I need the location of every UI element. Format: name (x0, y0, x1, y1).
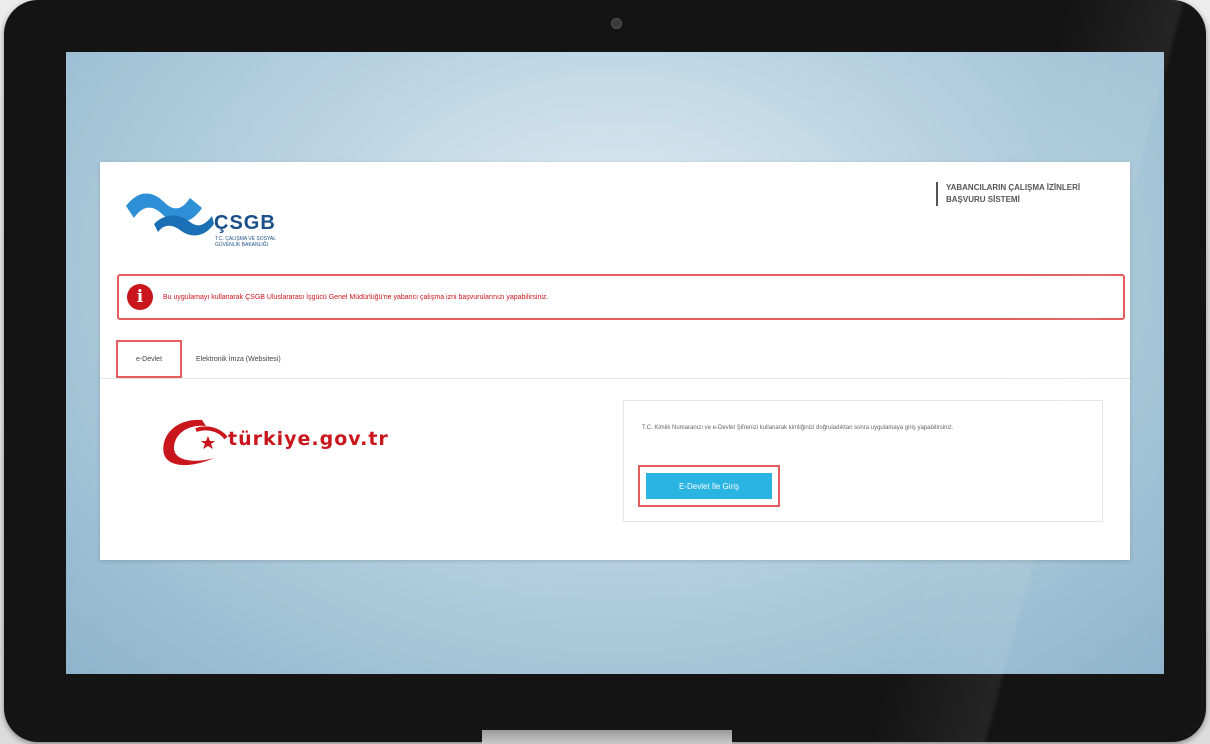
system-title: YABANCILARIN ÇALIŞMA İZİNLERİ BAŞVURU Sİ… (936, 182, 1132, 206)
system-title-line2: BAŞVURU SİSTEMİ (946, 195, 1020, 204)
e-devlet-login-panel: T.C. Kimlik Numaranızı ve e-Devlet Şifre… (623, 400, 1103, 522)
monitor-stand (482, 730, 732, 744)
login-instructions: T.C. Kimlik Numaranızı ve e-Devlet Şifre… (642, 425, 954, 431)
csgb-logo: ÇSGB T.C. ÇALIŞMA VE SOSYAL GÜVENLİK BAK… (124, 184, 304, 264)
turkiye-gov-logo: türkiye.gov.tr (156, 414, 416, 470)
info-icon: i (127, 284, 153, 310)
turkiye-gov-text: türkiye.gov.tr (228, 428, 389, 450)
monitor-frame: ÇSGB T.C. ÇALIŞMA VE SOSYAL GÜVENLİK BAK… (4, 0, 1206, 742)
info-alert: i Bu uygulamayı kullanarak ÇSGB Uluslara… (117, 274, 1125, 320)
system-title-line1: YABANCILARIN ÇALIŞMA İZİNLERİ (946, 183, 1081, 192)
login-method-tabs: e-Devlet Elektronik İmza (Websitesi) (100, 340, 1130, 379)
application-page: ÇSGB T.C. ÇALIŞMA VE SOSYAL GÜVENLİK BAK… (100, 162, 1130, 560)
logo-name: ÇSGB (214, 212, 276, 234)
e-devlet-swoosh-icon (163, 419, 228, 466)
e-devlet-login-button[interactable]: E-Devlet İle Giriş (646, 473, 772, 499)
logo-subtitle: T.C. ÇALIŞMA VE SOSYAL GÜVENLİK BAKANLIĞ… (215, 236, 276, 248)
webcam (611, 18, 622, 29)
login-button-highlight: E-Devlet İle Giriş (638, 465, 780, 507)
screen: ÇSGB T.C. ÇALIŞMA VE SOSYAL GÜVENLİK BAK… (66, 52, 1164, 674)
tab-e-devlet[interactable]: e-Devlet (116, 340, 182, 378)
csgb-waves-icon (126, 193, 214, 236)
alert-text: Bu uygulamayı kullanarak ÇSGB Uluslarara… (163, 293, 549, 301)
tab-elektronik-imza[interactable]: Elektronik İmza (Websitesi) (196, 340, 356, 378)
